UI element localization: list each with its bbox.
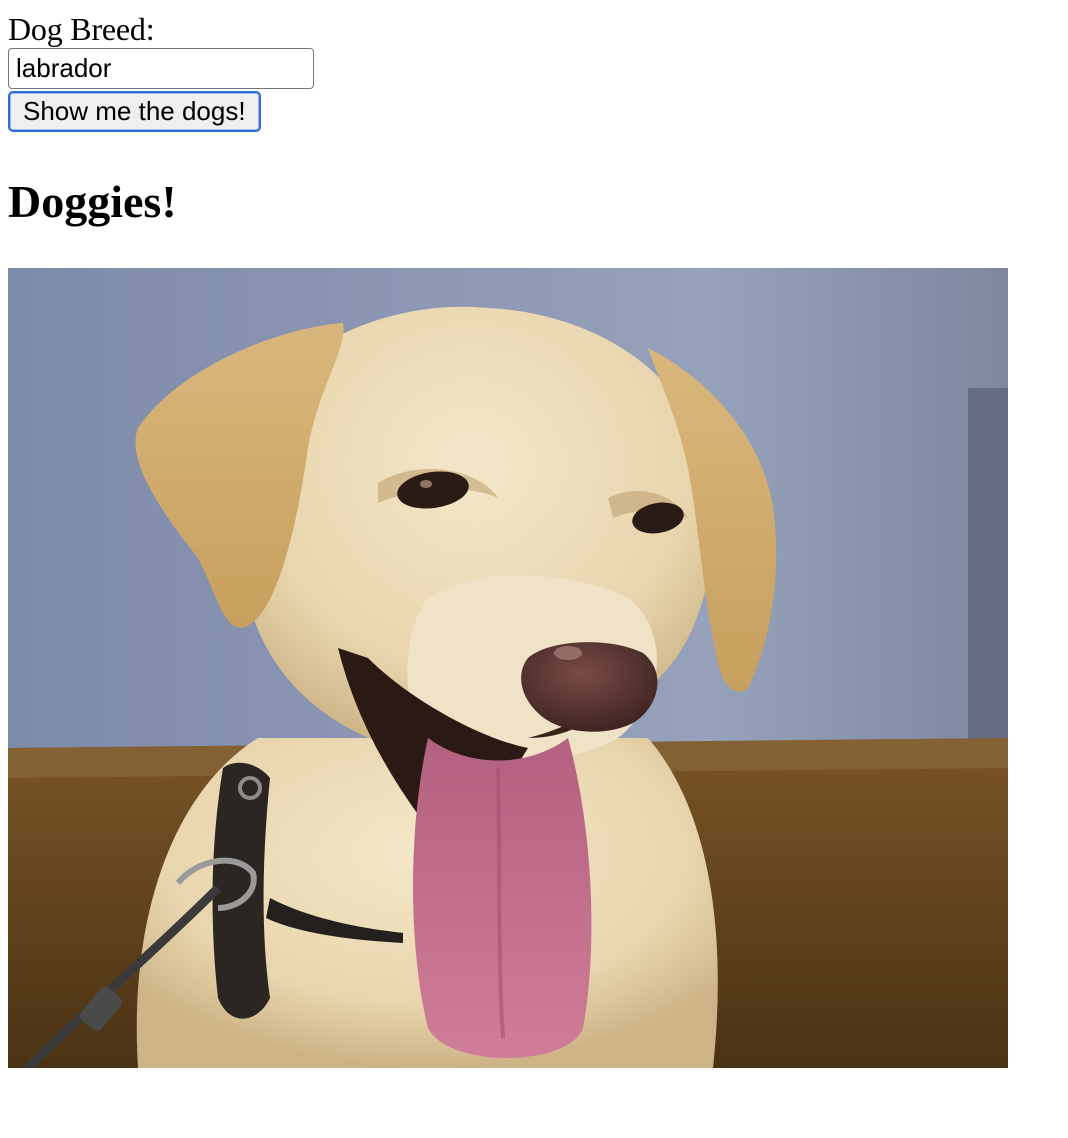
breed-label: Dog Breed: [8, 11, 155, 47]
dog-photo-illustration [8, 268, 1008, 1068]
breed-input[interactable] [8, 48, 314, 89]
show-dogs-button[interactable]: Show me the dogs! [8, 91, 261, 132]
breed-search-form: Dog Breed: Show me the dogs! [8, 12, 1060, 132]
dog-photo [8, 268, 1008, 1068]
results-heading: Doggies! [8, 176, 177, 227]
page: Dog Breed: Show me the dogs! Doggies! [8, 0, 1060, 1068]
